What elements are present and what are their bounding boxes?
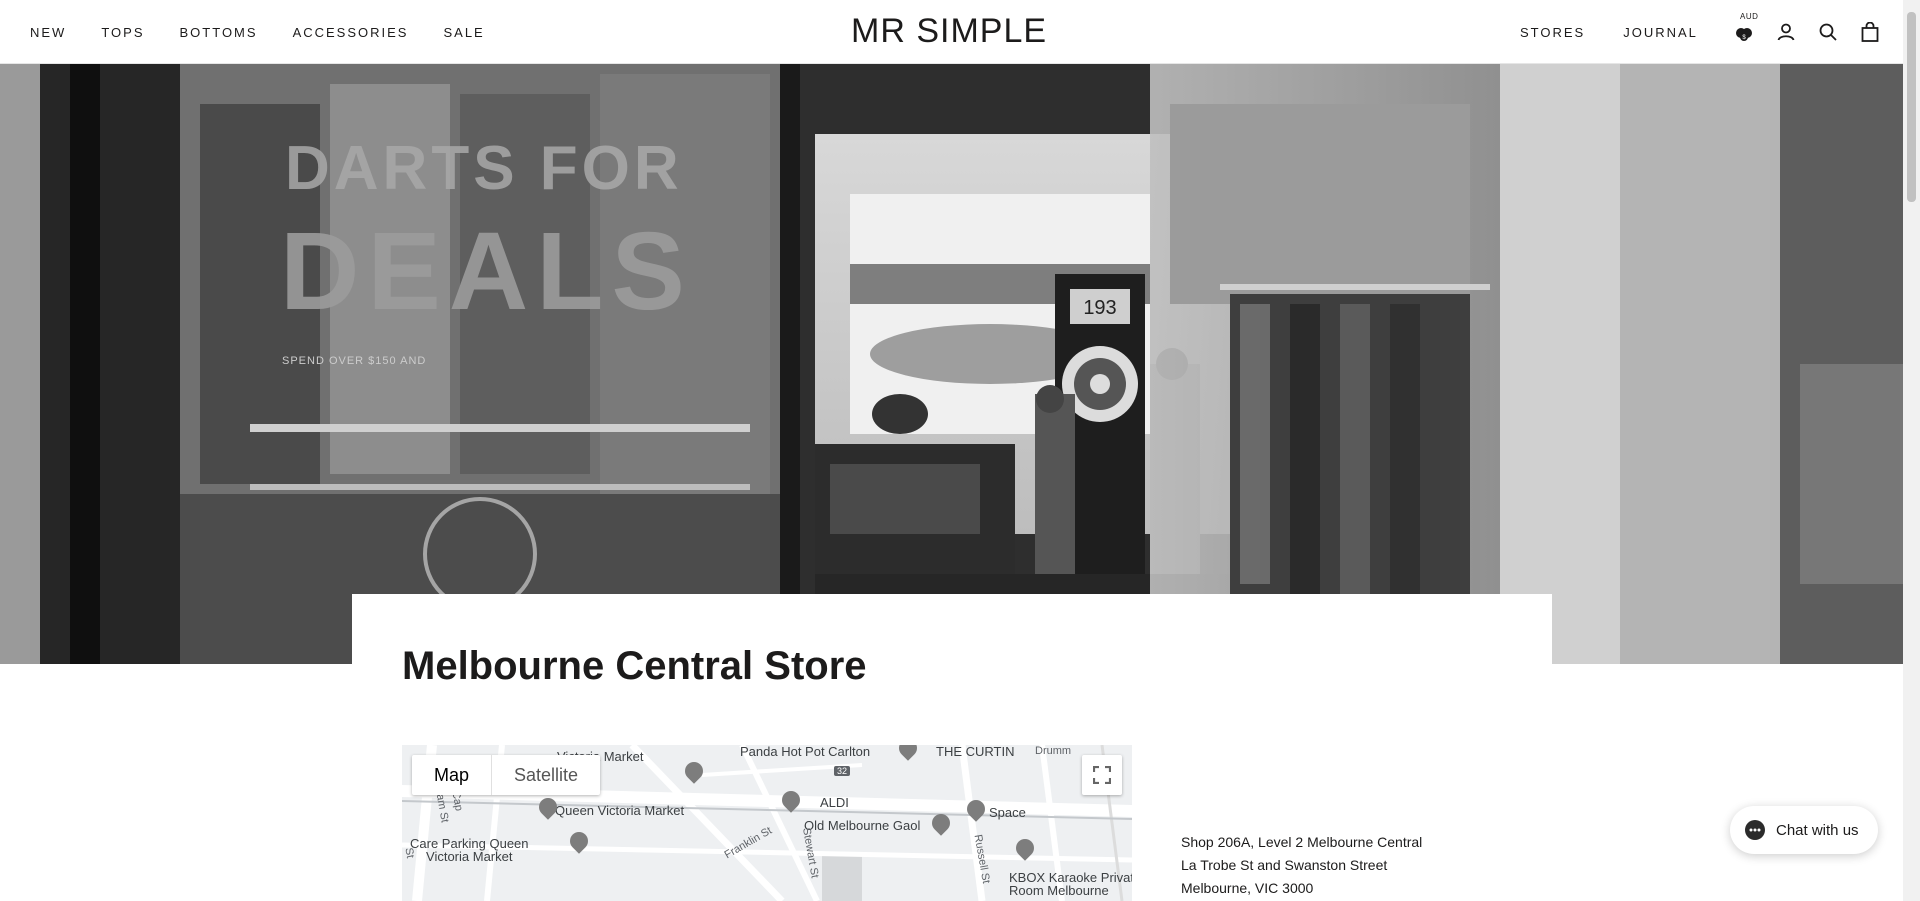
map-label-aldi: ALDI — [820, 795, 849, 810]
map-label-st: St — [402, 846, 417, 860]
chat-label: Chat with us — [1776, 821, 1859, 839]
account-button[interactable] — [1775, 21, 1797, 43]
store-map[interactable]: Victoria Market Panda Hot Pot Carlton TH… — [402, 745, 1132, 901]
nav-link-tops[interactable]: TOPS — [101, 25, 144, 40]
nav-link-journal[interactable]: JOURNAL — [1623, 25, 1698, 40]
window-text-darts: DARTS FOR — [285, 134, 683, 203]
user-icon — [1777, 23, 1795, 41]
currency-icon: $ — [1736, 28, 1752, 41]
hero-store-image: DARTS FOR DEALS SPEND OVER $150 AND 193 — [0, 64, 1903, 664]
site-header: NEW TOPS BOTTOMS ACCESSORIES SALE MR SIM… — [0, 0, 1903, 64]
chat-bubble-icon — [1745, 820, 1765, 840]
main-nav: NEW TOPS BOTTOMS ACCESSORIES SALE — [30, 0, 485, 64]
search-button[interactable] — [1817, 21, 1839, 43]
secondary-nav: STORES JOURNAL — [1520, 0, 1698, 64]
map-label-space: Space — [989, 805, 1026, 820]
map-route-badge: 32 — [834, 766, 851, 776]
nav-link-stores[interactable]: STORES — [1520, 25, 1585, 40]
store-photo: DARTS FOR DEALS SPEND OVER $150 AND 193 — [0, 64, 1903, 664]
chat-widget-button[interactable]: Chat with us — [1730, 806, 1878, 854]
currency-label: AUD — [1740, 12, 1759, 21]
window-small-text: SPEND OVER $150 AND — [282, 355, 426, 367]
nav-link-sale[interactable]: SALE — [443, 25, 484, 40]
map-label-old-gaol: Old Melbourne Gaol — [804, 818, 921, 833]
map-fullscreen-button[interactable] — [1082, 755, 1122, 795]
map-type-map-button[interactable]: Map — [412, 755, 491, 795]
map-label-drummond: Drumm — [1035, 745, 1072, 757]
map-label-queen-victoria: Queen Victoria Market — [555, 803, 685, 818]
site-logo[interactable]: MR SIMPLE — [851, 12, 1047, 51]
window-text-deals: DEALS — [280, 210, 693, 333]
store-address: Shop 206A, Level 2 Melbourne Central La … — [1181, 831, 1422, 900]
page-scrollbar[interactable] — [1903, 0, 1920, 901]
nav-link-accessories[interactable]: ACCESSORIES — [293, 25, 409, 40]
bag-icon — [1861, 22, 1879, 42]
address-line-3: Melbourne, VIC 3000 — [1181, 880, 1314, 896]
nav-link-bottoms[interactable]: BOTTOMS — [180, 25, 258, 40]
map-label-panda: Panda Hot Pot Carlton — [740, 745, 871, 759]
scrollbar-thumb[interactable] — [1907, 12, 1916, 202]
map-type-toggle: Map Satellite — [412, 755, 601, 795]
header-icons: AUD $ — [1733, 0, 1881, 64]
scoreboard-number: 193 — [1083, 297, 1116, 319]
store-title: Melbourne Central Store — [402, 644, 867, 688]
address-line-2: La Trobe St and Swanston Street — [1181, 857, 1388, 873]
nav-link-new[interactable]: NEW — [30, 25, 66, 40]
map-type-satellite-button[interactable]: Satellite — [491, 755, 600, 795]
cart-button[interactable] — [1859, 21, 1881, 43]
currency-selector[interactable]: AUD $ — [1733, 12, 1758, 43]
fullscreen-icon — [1093, 766, 1111, 784]
address-line-1: Shop 206A, Level 2 Melbourne Central — [1181, 834, 1423, 850]
search-icon — [1819, 23, 1837, 41]
map-label-curtin: THE CURTIN — [936, 745, 1015, 759]
map-label-care-parking: Care Parking Queen Victoria Market — [410, 836, 529, 864]
map-label-kbox: KBOX Karaoke Private Room Melbourne — [1009, 870, 1132, 898]
